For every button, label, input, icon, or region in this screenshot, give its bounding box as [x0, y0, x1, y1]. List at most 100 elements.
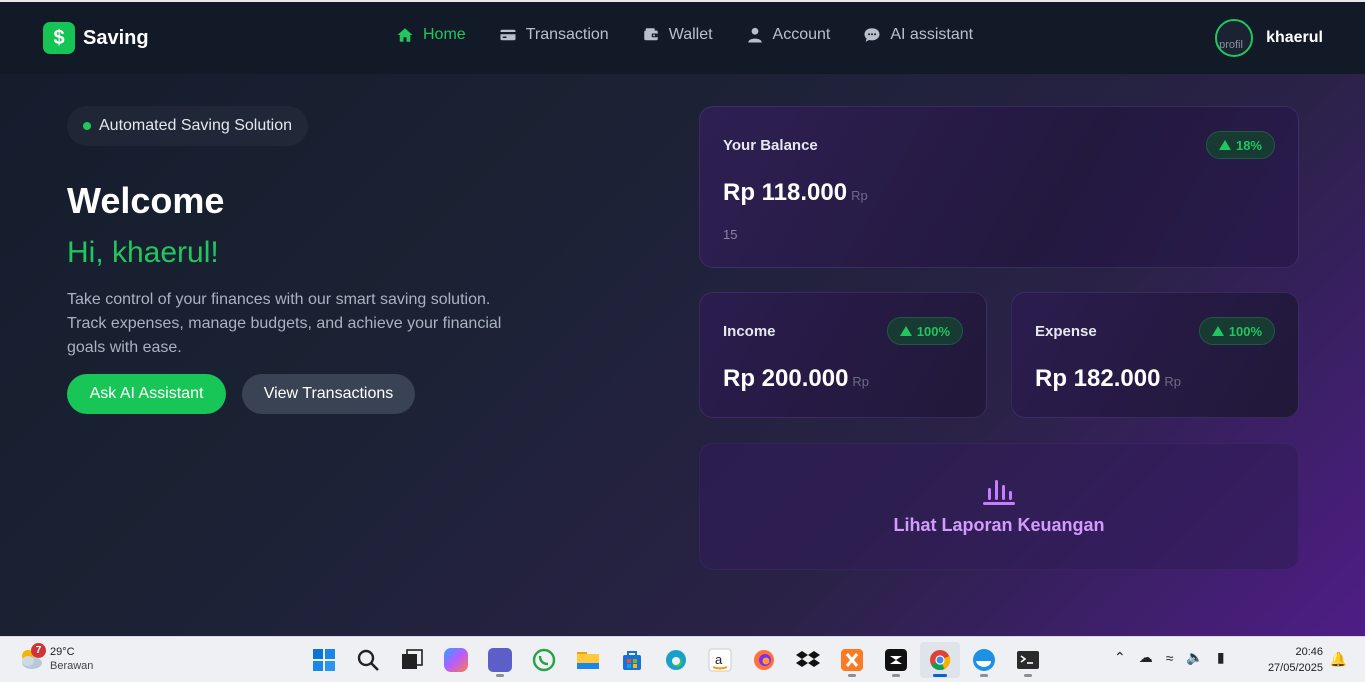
avatar-alt-text: profil [1219, 39, 1243, 51]
nav-item-label: Account [772, 26, 831, 43]
report-link-label: Lihat Laporan Keuangan [893, 515, 1105, 535]
balance-sub-value: 15 [723, 227, 738, 242]
nav-item-wallet[interactable]: Wallet [642, 26, 713, 44]
income-card: Income 100% Rp 200.000 Rp [699, 292, 987, 418]
trend-up-icon [1211, 326, 1224, 336]
user-icon [747, 27, 762, 43]
nav-item-account[interactable]: Account [746, 26, 831, 44]
page-title: Welcome [67, 180, 225, 221]
capcut-icon[interactable] [876, 642, 916, 678]
feature-badge-label: Automated Saving Solution [99, 117, 293, 134]
dollar-logo-icon: $ [43, 22, 75, 54]
running-indicator [980, 674, 988, 677]
financial-report-link[interactable]: Lihat Laporan Keuangan [699, 443, 1299, 570]
weather-temp: 29°C [50, 646, 75, 658]
avatar[interactable]: profil [1215, 19, 1254, 57]
chat-icon [864, 28, 880, 42]
system-tray: ⌃ ☁ ≈ 🔈 ▮ [1114, 649, 1238, 666]
weather-text: 29°C Berawan [50, 645, 93, 673]
terminal-icon[interactable] [1008, 642, 1048, 678]
chrome-icon[interactable] [920, 642, 960, 678]
active-indicator [933, 674, 947, 677]
chevron-up-icon[interactable]: ⌃ [1114, 649, 1126, 666]
user-greeting: Hi, khaerul! [67, 236, 219, 269]
weather-cloud-icon: 7 [18, 643, 46, 672]
status-dot [83, 122, 91, 130]
income-currency: Rp [852, 374, 870, 389]
income-change-badge: 100% [886, 317, 963, 345]
weather-condition: Berawan [50, 660, 94, 672]
nav-item-label: AI assistant [890, 26, 974, 43]
nav-links: Home Transaction Wallet Account AI assis… [396, 26, 1006, 44]
expense-amount: Rp 182.000 Rp [1035, 365, 1181, 393]
xampp-icon[interactable] [832, 642, 872, 678]
brand-name: Saving [83, 26, 149, 49]
notification-bell-icon[interactable]: 🔔 [1330, 651, 1347, 668]
income-amount: Rp 200.000 Rp [723, 365, 869, 393]
ask-ai-assistant-button[interactable]: Ask AI Assistant [67, 374, 226, 414]
teams-icon[interactable] [480, 642, 520, 678]
running-indicator [1024, 674, 1032, 677]
wallet-icon [643, 28, 658, 41]
running-indicator [892, 674, 900, 677]
wifi-icon[interactable]: ≈ [1166, 650, 1174, 666]
onedrive-icon[interactable]: ☁ [1139, 649, 1153, 666]
firefox-icon[interactable] [744, 642, 784, 678]
expense-currency: Rp [1164, 374, 1182, 389]
trend-up-icon [899, 326, 912, 336]
view-transactions-button[interactable]: View Transactions [242, 374, 415, 414]
nav-item-ai-assistant[interactable]: AI assistant [863, 26, 973, 44]
file-explorer-icon[interactable] [568, 642, 608, 678]
feature-badge: Automated Saving Solution [67, 106, 309, 146]
income-change-value: 100% [916, 323, 950, 339]
brand[interactable]: $ Saving [43, 22, 149, 54]
card-icon [500, 29, 516, 41]
navbar: $ Saving Home Transaction Wallet Account [0, 2, 1365, 74]
running-indicator [496, 674, 504, 677]
running-indicator [848, 674, 856, 677]
nav-item-transaction[interactable]: Transaction [499, 26, 609, 44]
balance-amount-value: Rp 118.000 [723, 179, 848, 206]
bar-chart-icon [983, 480, 1015, 505]
app-window: $ Saving Home Transaction Wallet Account [0, 0, 1365, 636]
volume-icon[interactable]: 🔈 [1186, 649, 1203, 666]
docker-icon[interactable] [964, 642, 1004, 678]
trend-up-icon [1218, 140, 1231, 150]
whatsapp-icon[interactable] [524, 642, 564, 678]
search-icon[interactable] [348, 642, 388, 678]
balance-card: Your Balance 18% Rp 118.000 Rp 15 [699, 106, 1299, 268]
balance-label: Your Balance [723, 137, 818, 154]
hero-description: Take control of your finances with our s… [67, 291, 502, 356]
nav-item-label: Transaction [525, 26, 609, 43]
clock[interactable]: 20:46 27/05/2025 [1268, 644, 1323, 676]
profile-name: khaerul [1266, 29, 1323, 46]
expense-card: Expense 100% Rp 182.000 Rp [1011, 292, 1299, 418]
balance-change-badge: 18% [1205, 131, 1275, 159]
weather-alert-badge: 7 [31, 643, 46, 658]
amazon-icon[interactable]: a [700, 642, 740, 678]
taskbar: 7 29°C Berawan a ⌃ ☁ ≈ 🔈 ▮ 20:46 27/05/2… [0, 636, 1365, 682]
start-icon[interactable] [304, 642, 344, 678]
battery-icon[interactable]: ▮ [1217, 649, 1225, 666]
task-view-icon[interactable] [392, 642, 432, 678]
nav-item-label: Wallet [668, 26, 713, 43]
expense-change-value: 100% [1228, 323, 1262, 339]
expense-change-badge: 100% [1198, 317, 1275, 345]
balance-amount: Rp 118.000 Rp [723, 179, 868, 207]
copilot-icon[interactable] [436, 642, 476, 678]
profile-menu[interactable]: profil khaerul [1215, 19, 1323, 57]
expense-label: Expense [1035, 323, 1097, 340]
expense-amount-value: Rp 182.000 [1035, 365, 1161, 392]
svg-text:a: a [715, 652, 723, 667]
balance-currency: Rp [851, 188, 868, 203]
nav-item-home[interactable]: Home [396, 26, 466, 44]
store-icon[interactable] [612, 642, 652, 678]
home-icon [397, 28, 413, 42]
weather-widget[interactable]: 7 29°C Berawan [18, 643, 93, 673]
edge-icon[interactable] [656, 642, 696, 678]
nav-item-label: Home [423, 26, 466, 43]
dropbox-icon[interactable] [788, 642, 828, 678]
taskbar-apps: a [304, 642, 1052, 678]
balance-change-value: 18% [1235, 137, 1262, 153]
clock-date: 27/05/2025 [1267, 662, 1323, 674]
